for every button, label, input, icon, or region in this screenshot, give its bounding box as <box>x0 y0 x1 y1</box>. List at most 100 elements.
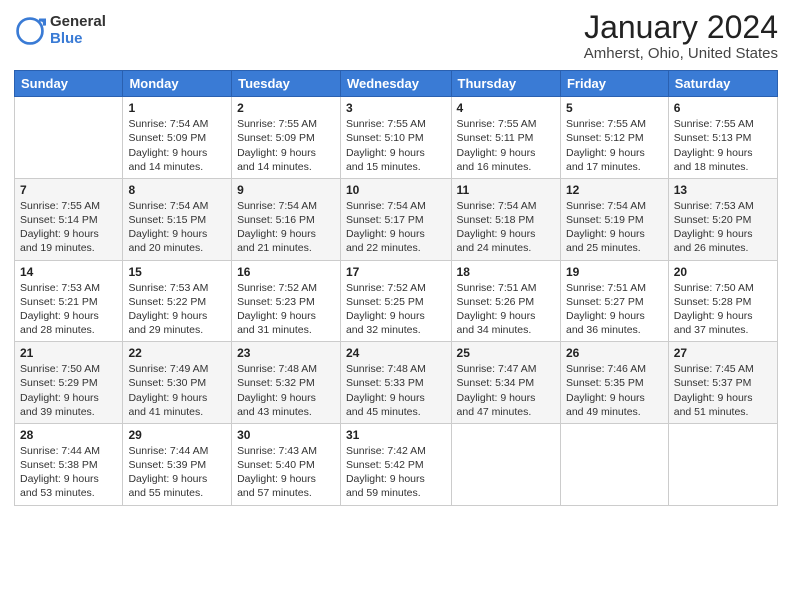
day-info: Sunrise: 7:54 AM Sunset: 5:18 PM Dayligh… <box>457 199 555 256</box>
calendar-table: Sunday Monday Tuesday Wednesday Thursday… <box>14 70 778 505</box>
day-number: 15 <box>128 265 226 279</box>
day-info: Sunrise: 7:54 AM Sunset: 5:19 PM Dayligh… <box>566 199 663 256</box>
calendar-day-cell: 13Sunrise: 7:53 AM Sunset: 5:20 PM Dayli… <box>668 178 777 260</box>
day-info: Sunrise: 7:55 AM Sunset: 5:12 PM Dayligh… <box>566 117 663 174</box>
logo-general-text: General <box>50 14 106 31</box>
header-sunday: Sunday <box>15 71 123 97</box>
calendar-subtitle: Amherst, Ohio, United States <box>584 45 778 62</box>
day-info: Sunrise: 7:51 AM Sunset: 5:27 PM Dayligh… <box>566 281 663 338</box>
calendar-day-cell: 3 Sunrise: 7:55 AM Sunset: 5:10 PM Daylig… <box>340 97 451 179</box>
header-tuesday: Tuesday <box>232 71 341 97</box>
day-number: 26 <box>566 346 663 360</box>
day-number: 28 <box>20 428 117 442</box>
day-number: 18 <box>457 265 555 279</box>
header-friday: Friday <box>560 71 668 97</box>
day-info: Sunrise: 7:53 AM Sunset: 5:20 PM Dayligh… <box>674 199 772 256</box>
calendar-week-row: 21 Sunrise: 7:50 AM Sunset: 5:29 PM Dayli… <box>15 342 778 424</box>
calendar-day-cell <box>451 423 560 505</box>
calendar-day-cell: 27 Sunrise: 7:45 AM Sunset: 5:37 PM Dayli… <box>668 342 777 424</box>
day-number: 16 <box>237 265 335 279</box>
calendar-day-cell: 8 Sunrise: 7:54 AM Sunset: 5:15 PM Daylig… <box>123 178 232 260</box>
day-number: 14 <box>20 265 117 279</box>
calendar-day-cell: 17 Sunrise: 7:52 AM Sunset: 5:25 PM Dayli… <box>340 260 451 342</box>
calendar-week-row: 28 Sunrise: 7:44 AM Sunset: 5:38 PM Dayli… <box>15 423 778 505</box>
day-number: 3 <box>346 101 446 115</box>
day-number: 24 <box>346 346 446 360</box>
calendar-day-cell: 25Sunrise: 7:47 AM Sunset: 5:34 PM Dayli… <box>451 342 560 424</box>
day-info: Sunrise: 7:44 AM Sunset: 5:39 PM Dayligh… <box>128 444 226 501</box>
calendar-day-cell: 4 Sunrise: 7:55 AM Sunset: 5:11 PM Daylig… <box>451 97 560 179</box>
day-info: Sunrise: 7:46 AM Sunset: 5:35 PM Dayligh… <box>566 362 663 419</box>
day-number: 7 <box>20 183 117 197</box>
day-number: 10 <box>346 183 446 197</box>
calendar-day-cell: 28 Sunrise: 7:44 AM Sunset: 5:38 PM Dayli… <box>15 423 123 505</box>
calendar-body: 1Sunrise: 7:54 AM Sunset: 5:09 PM Daylig… <box>15 97 778 505</box>
day-info: Sunrise: 7:54 AM Sunset: 5:16 PM Dayligh… <box>237 199 335 256</box>
day-number: 20 <box>674 265 772 279</box>
day-info: Sunrise: 7:52 AM Sunset: 5:23 PM Dayligh… <box>237 281 335 338</box>
day-info: Sunrise: 7:53 AM Sunset: 5:21 PM Dayligh… <box>20 281 117 338</box>
calendar-day-cell: 22 Sunrise: 7:49 AM Sunset: 5:30 PM Dayli… <box>123 342 232 424</box>
day-number: 27 <box>674 346 772 360</box>
calendar-day-cell: 6 Sunrise: 7:55 AM Sunset: 5:13 PM Daylig… <box>668 97 777 179</box>
day-info: Sunrise: 7:54 AM Sunset: 5:15 PM Dayligh… <box>128 199 226 256</box>
day-number: 5 <box>566 101 663 115</box>
logo-blue-text: Blue <box>50 31 106 48</box>
day-info: Sunrise: 7:53 AM Sunset: 5:22 PM Dayligh… <box>128 281 226 338</box>
calendar-day-cell: 14 Sunrise: 7:53 AM Sunset: 5:21 PM Dayli… <box>15 260 123 342</box>
calendar-week-row: 1Sunrise: 7:54 AM Sunset: 5:09 PM Daylig… <box>15 97 778 179</box>
day-info: Sunrise: 7:55 AM Sunset: 5:09 PM Dayligh… <box>237 117 335 174</box>
day-number: 8 <box>128 183 226 197</box>
header-monday: Monday <box>123 71 232 97</box>
day-info: Sunrise: 7:55 AM Sunset: 5:10 PM Dayligh… <box>346 117 446 174</box>
day-number: 17 <box>346 265 446 279</box>
page-container: General Blue January 2024 Amherst, Ohio,… <box>0 0 792 516</box>
day-info: Sunrise: 7:52 AM Sunset: 5:25 PM Dayligh… <box>346 281 446 338</box>
calendar-day-cell: 29 Sunrise: 7:44 AM Sunset: 5:39 PM Dayli… <box>123 423 232 505</box>
day-info: Sunrise: 7:44 AM Sunset: 5:38 PM Dayligh… <box>20 444 117 501</box>
calendar-day-cell: 5 Sunrise: 7:55 AM Sunset: 5:12 PM Daylig… <box>560 97 668 179</box>
day-info: Sunrise: 7:55 AM Sunset: 5:14 PM Dayligh… <box>20 199 117 256</box>
logo-text: General Blue <box>50 14 106 47</box>
calendar-day-cell: 16 Sunrise: 7:52 AM Sunset: 5:23 PM Dayli… <box>232 260 341 342</box>
day-info: Sunrise: 7:49 AM Sunset: 5:30 PM Dayligh… <box>128 362 226 419</box>
day-info: Sunrise: 7:50 AM Sunset: 5:28 PM Dayligh… <box>674 281 772 338</box>
calendar-day-cell: 11 Sunrise: 7:54 AM Sunset: 5:18 PM Dayli… <box>451 178 560 260</box>
day-info: Sunrise: 7:55 AM Sunset: 5:13 PM Dayligh… <box>674 117 772 174</box>
day-info: Sunrise: 7:43 AM Sunset: 5:40 PM Dayligh… <box>237 444 335 501</box>
day-number: 11 <box>457 183 555 197</box>
day-info: Sunrise: 7:42 AM Sunset: 5:42 PM Dayligh… <box>346 444 446 501</box>
calendar-day-cell: 30Sunrise: 7:43 AM Sunset: 5:40 PM Dayli… <box>232 423 341 505</box>
calendar-day-cell: 20 Sunrise: 7:50 AM Sunset: 5:28 PM Dayli… <box>668 260 777 342</box>
day-number: 12 <box>566 183 663 197</box>
day-number: 31 <box>346 428 446 442</box>
calendar-day-cell <box>560 423 668 505</box>
calendar-day-cell: 26 Sunrise: 7:46 AM Sunset: 5:35 PM Dayli… <box>560 342 668 424</box>
calendar-day-cell <box>668 423 777 505</box>
logo-icon <box>14 15 46 47</box>
calendar-day-cell: 9 Sunrise: 7:54 AM Sunset: 5:16 PM Daylig… <box>232 178 341 260</box>
day-number: 22 <box>128 346 226 360</box>
day-info: Sunrise: 7:54 AM Sunset: 5:09 PM Dayligh… <box>128 117 226 174</box>
calendar-day-cell: 24Sunrise: 7:48 AM Sunset: 5:33 PM Dayli… <box>340 342 451 424</box>
calendar-day-cell: 2 Sunrise: 7:55 AM Sunset: 5:09 PM Daylig… <box>232 97 341 179</box>
calendar-day-cell: 18 Sunrise: 7:51 AM Sunset: 5:26 PM Dayli… <box>451 260 560 342</box>
logo: General Blue <box>14 14 106 47</box>
day-number: 6 <box>674 101 772 115</box>
day-info: Sunrise: 7:45 AM Sunset: 5:37 PM Dayligh… <box>674 362 772 419</box>
calendar-day-cell: 10Sunrise: 7:54 AM Sunset: 5:17 PM Dayli… <box>340 178 451 260</box>
calendar-week-row: 14 Sunrise: 7:53 AM Sunset: 5:21 PM Dayli… <box>15 260 778 342</box>
day-info: Sunrise: 7:51 AM Sunset: 5:26 PM Dayligh… <box>457 281 555 338</box>
day-number: 9 <box>237 183 335 197</box>
day-number: 2 <box>237 101 335 115</box>
day-number: 25 <box>457 346 555 360</box>
calendar-day-cell: 15 Sunrise: 7:53 AM Sunset: 5:22 PM Dayli… <box>123 260 232 342</box>
day-info: Sunrise: 7:55 AM Sunset: 5:11 PM Dayligh… <box>457 117 555 174</box>
calendar-day-cell <box>15 97 123 179</box>
day-number: 4 <box>457 101 555 115</box>
day-number: 29 <box>128 428 226 442</box>
calendar-day-cell: 12 Sunrise: 7:54 AM Sunset: 5:19 PM Dayli… <box>560 178 668 260</box>
day-info: Sunrise: 7:50 AM Sunset: 5:29 PM Dayligh… <box>20 362 117 419</box>
day-number: 21 <box>20 346 117 360</box>
day-info: Sunrise: 7:48 AM Sunset: 5:32 PM Dayligh… <box>237 362 335 419</box>
